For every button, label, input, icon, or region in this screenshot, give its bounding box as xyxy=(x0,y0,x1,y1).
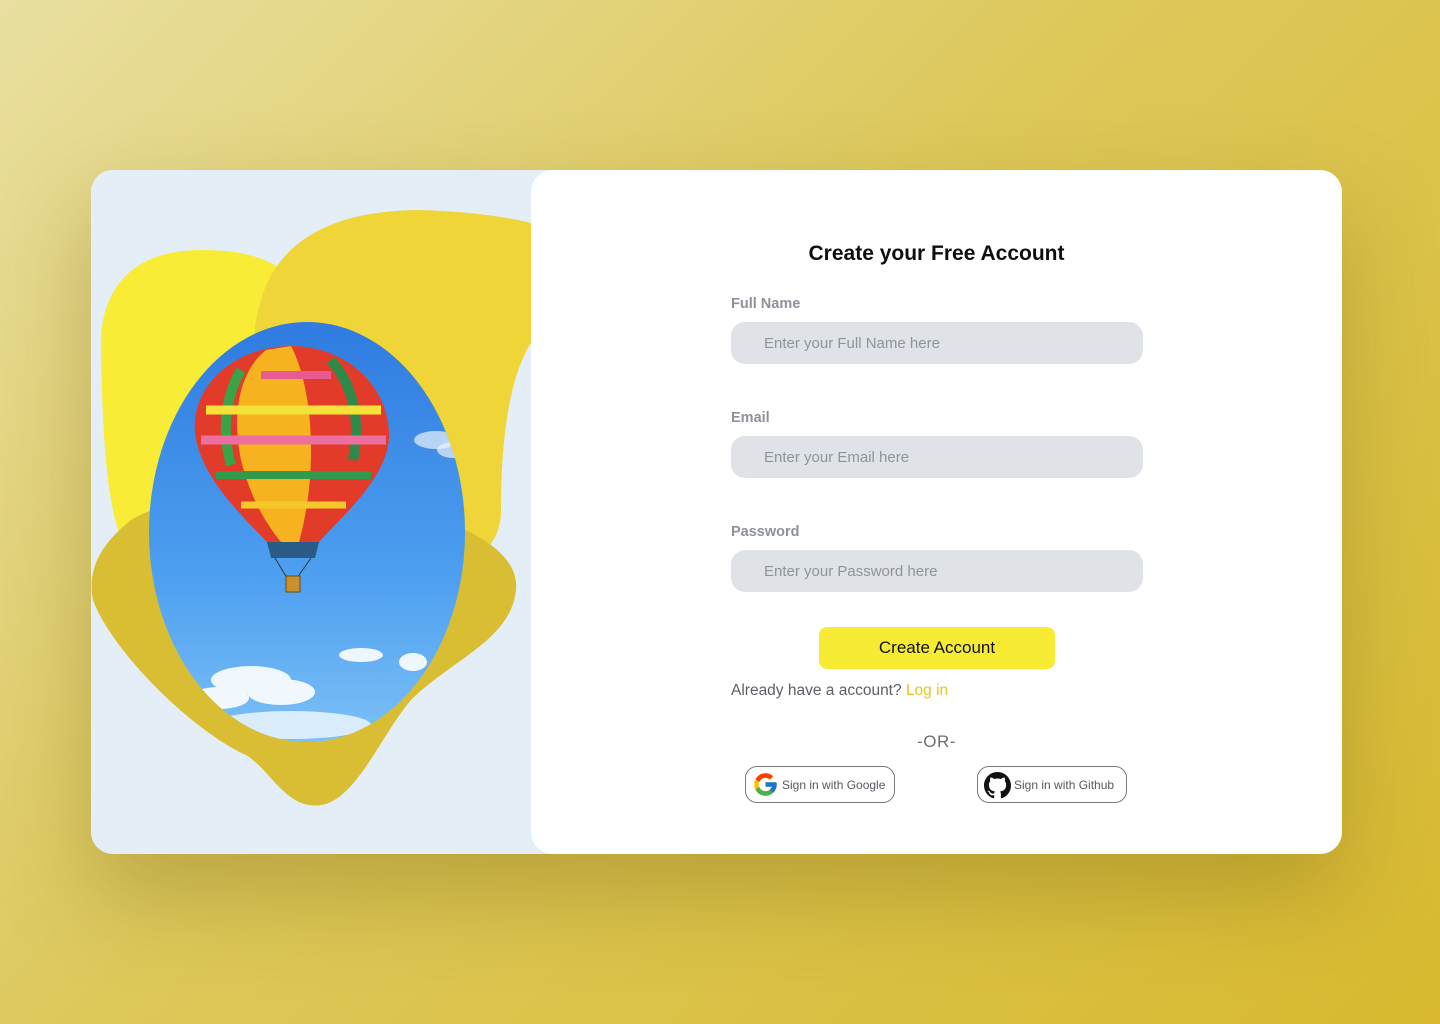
full-name-input[interactable] xyxy=(731,322,1143,364)
google-signin-label: Sign in with Google xyxy=(782,777,886,792)
password-label: Password xyxy=(731,524,800,540)
illustration-panel xyxy=(91,170,551,854)
full-name-label: Full Name xyxy=(731,296,801,312)
github-signin-button[interactable]: Sign in with Github xyxy=(977,766,1127,803)
signup-form-panel: Create your Free Account Full Name Email… xyxy=(531,170,1342,854)
google-icon xyxy=(752,771,779,798)
google-signin-button[interactable]: Sign in with Google xyxy=(745,766,895,803)
github-signin-label: Sign in with Github xyxy=(1014,777,1115,792)
hot-air-balloon-illustration xyxy=(91,210,551,806)
or-divider: -OR- xyxy=(917,732,956,751)
signup-form: Full Name Email Password xyxy=(731,296,1143,592)
password-input[interactable] xyxy=(731,550,1143,592)
login-prompt-text: Already have a account? xyxy=(731,682,902,699)
full-name-group: Full Name xyxy=(731,296,1143,364)
login-link[interactable]: Log in xyxy=(906,682,948,699)
page-title: Create your Free Account xyxy=(808,242,1065,265)
password-group: Password xyxy=(731,524,1143,592)
create-account-button[interactable]: Create Account xyxy=(819,627,1055,669)
login-prompt: Already have a account? Log in xyxy=(731,682,948,700)
email-input[interactable] xyxy=(731,436,1143,478)
email-group: Email xyxy=(731,410,1143,478)
email-label: Email xyxy=(731,410,770,426)
signup-card: Create your Free Account Full Name Email… xyxy=(91,170,1342,854)
github-icon xyxy=(984,771,1011,799)
